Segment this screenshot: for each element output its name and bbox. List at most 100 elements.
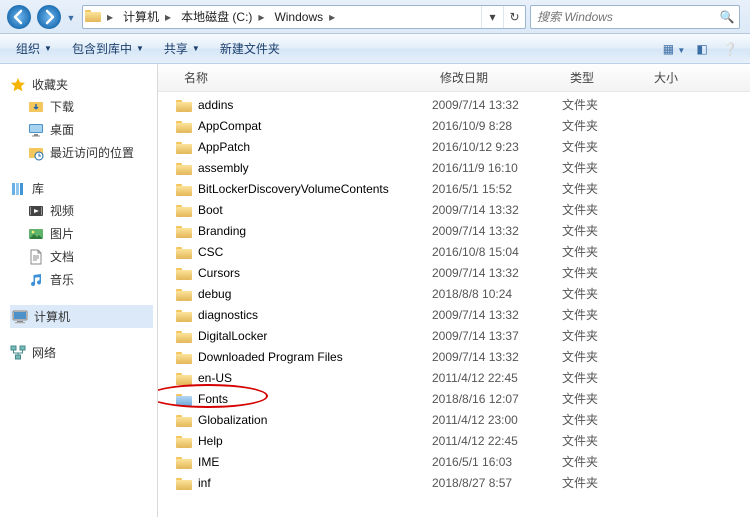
table-row[interactable]: IME2016/5/1 16:03文件夹 — [158, 451, 750, 472]
file-name: debug — [198, 287, 231, 301]
organize-button[interactable]: 组织▼ — [6, 40, 62, 57]
chevron-right-icon[interactable]: ▸ — [103, 10, 117, 24]
file-name: en-US — [198, 371, 232, 385]
share-button[interactable]: 共享▼ — [154, 40, 210, 57]
folder-icon — [176, 476, 192, 490]
sidebar-computer[interactable]: 计算机 — [10, 305, 153, 328]
file-date: 2009/7/14 13:32 — [432, 98, 562, 112]
search-icon: 🔍 — [715, 10, 739, 24]
table-row[interactable]: BitLockerDiscoveryVolumeContents2016/5/1… — [158, 178, 750, 199]
search-box[interactable]: 🔍 — [530, 5, 740, 29]
table-row[interactable]: assembly2016/11/9 16:10文件夹 — [158, 157, 750, 178]
table-row[interactable]: en-US2011/4/12 22:45文件夹 — [158, 367, 750, 388]
include-in-library-button[interactable]: 包含到库中▼ — [62, 40, 154, 57]
sidebar-network-label: 网络 — [32, 344, 56, 361]
breadcrumb-folder[interactable]: Windows — [268, 10, 325, 24]
table-row[interactable]: Globalization2011/4/12 23:00文件夹 — [158, 409, 750, 430]
table-row[interactable]: addins 2009/7/14 13:32文件夹 — [158, 94, 750, 115]
table-row[interactable]: debug2018/8/8 10:24文件夹 — [158, 283, 750, 304]
file-type: 文件夹 — [562, 474, 646, 491]
table-row[interactable]: Downloaded Program Files 2009/7/14 13:32文… — [158, 346, 750, 367]
address-dropdown[interactable]: ▾ — [481, 6, 503, 28]
file-type: 文件夹 — [562, 117, 646, 134]
nav-forward-button[interactable] — [34, 4, 64, 30]
file-type: 文件夹 — [562, 222, 646, 239]
sidebar-network[interactable]: 网络 — [10, 342, 153, 363]
table-row[interactable]: Help2011/4/12 22:45文件夹 — [158, 430, 750, 451]
file-name: addins — [198, 98, 233, 112]
folder-icon — [176, 329, 192, 343]
table-row[interactable]: AppCompat2016/10/9 8:28文件夹 — [158, 115, 750, 136]
sidebar-item-pictures[interactable]: 图片 — [10, 222, 153, 245]
file-date: 2011/4/12 22:45 — [432, 434, 562, 448]
file-name: Downloaded Program Files — [198, 350, 343, 364]
new-folder-button[interactable]: 新建文件夹 — [210, 40, 290, 57]
breadcrumb-computer[interactable]: 计算机 — [117, 8, 161, 25]
sidebar-item-downloads[interactable]: 下载 — [10, 95, 153, 118]
folder-icon — [176, 350, 192, 364]
file-name: BitLockerDiscoveryVolumeContents — [198, 182, 389, 196]
table-row[interactable]: Cursors2009/7/14 13:32文件夹 — [158, 262, 750, 283]
table-row[interactable]: Fonts2018/8/16 12:07文件夹 — [158, 388, 750, 409]
help-button[interactable]: ❔ — [716, 42, 744, 56]
table-row[interactable]: AppPatch2016/10/12 9:23文件夹 — [158, 136, 750, 157]
chevron-right-icon[interactable]: ▸ — [254, 10, 268, 24]
column-type[interactable]: 类型 — [562, 69, 646, 86]
file-date: 2016/10/8 15:04 — [432, 245, 562, 259]
chevron-right-icon[interactable]: ▸ — [161, 10, 175, 24]
table-row[interactable]: Boot2009/7/14 13:32文件夹 — [158, 199, 750, 220]
file-name: Fonts — [198, 392, 228, 406]
sidebar-item-music[interactable]: 音乐 — [10, 268, 153, 291]
file-type: 文件夹 — [562, 348, 646, 365]
breadcrumb-drive[interactable]: 本地磁盘 (C:) — [175, 8, 254, 25]
file-name: DigitalLocker — [198, 329, 267, 343]
search-input[interactable] — [531, 10, 715, 24]
preview-pane-button[interactable]: ◧ — [688, 42, 716, 56]
file-name: assembly — [198, 161, 249, 175]
folder-icon — [176, 140, 192, 154]
sidebar-computer-label: 计算机 — [34, 308, 70, 325]
file-date: 2009/7/14 13:32 — [432, 350, 562, 364]
sidebar-libraries[interactable]: 库 — [10, 178, 153, 199]
refresh-button[interactable]: ↻ — [503, 6, 525, 28]
sidebar-item-documents[interactable]: 文档 — [10, 245, 153, 268]
folder-icon — [83, 8, 103, 25]
file-date: 2009/7/14 13:37 — [432, 329, 562, 343]
table-row[interactable]: inf2018/8/27 8:57文件夹 — [158, 472, 750, 493]
table-row[interactable]: Branding2009/7/14 13:32文件夹 — [158, 220, 750, 241]
address-bar[interactable]: ▸ 计算机 ▸ 本地磁盘 (C:) ▸ Windows ▸ ▾ ↻ — [82, 5, 526, 29]
folder-icon — [176, 392, 192, 406]
nav-history-dropdown[interactable]: ▼ — [64, 4, 78, 30]
folder-icon — [176, 119, 192, 133]
file-date: 2016/5/1 16:03 — [432, 455, 562, 469]
file-type: 文件夹 — [562, 243, 646, 260]
sidebar-item-desktop[interactable]: 桌面 — [10, 118, 153, 141]
column-size[interactable]: 大小 — [646, 69, 716, 86]
view-options-button[interactable]: ▦ ▼ — [660, 42, 688, 56]
sidebar-favorites[interactable]: 收藏夹 — [10, 74, 153, 95]
sidebar-item-videos[interactable]: 视频 — [10, 199, 153, 222]
column-date[interactable]: 修改日期 — [432, 69, 562, 86]
file-type: 文件夹 — [562, 201, 646, 218]
table-row[interactable]: diagnostics2009/7/14 13:32文件夹 — [158, 304, 750, 325]
table-row[interactable]: CSC 2016/10/8 15:04文件夹 — [158, 241, 750, 262]
file-name: CSC — [198, 245, 223, 259]
folder-icon — [176, 182, 192, 196]
file-type: 文件夹 — [562, 369, 646, 386]
navigation-pane: 收藏夹 下载 桌面 最近访问的位置 库 视频 — [0, 64, 158, 517]
file-date: 2018/8/16 12:07 — [432, 392, 562, 406]
folder-icon — [176, 434, 192, 448]
file-date: 2009/7/14 13:32 — [432, 266, 562, 280]
file-type: 文件夹 — [562, 96, 646, 113]
table-row[interactable]: DigitalLocker2009/7/14 13:37文件夹 — [158, 325, 750, 346]
file-list[interactable]: addins2009/7/14 13:32文件夹AppCompat2016/10… — [158, 92, 750, 517]
folder-icon — [176, 245, 192, 259]
chevron-right-icon[interactable]: ▸ — [325, 10, 339, 24]
file-name: Globalization — [198, 413, 267, 427]
sidebar-item-recent[interactable]: 最近访问的位置 — [10, 141, 153, 164]
nav-back-button[interactable] — [4, 4, 34, 30]
file-name: Branding — [198, 224, 246, 238]
column-name[interactable]: 名称 — [176, 69, 432, 86]
sidebar-libraries-label: 库 — [32, 180, 44, 197]
file-name: Cursors — [198, 266, 240, 280]
